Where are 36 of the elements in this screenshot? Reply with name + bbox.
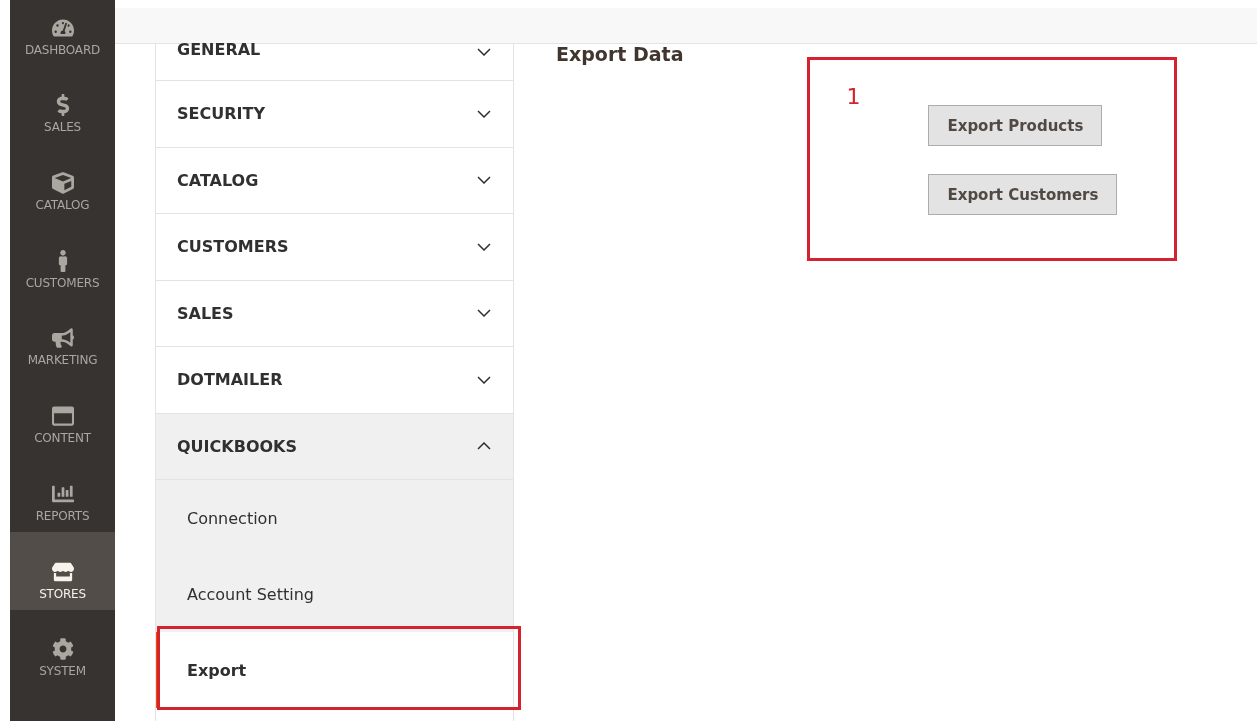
- sidebar-item[interactable]: SYSTEM: [10, 609, 115, 688]
- config-section[interactable]: GENERAL: [156, 44, 513, 81]
- sidebar-item[interactable]: CUSTOMERS: [10, 221, 115, 299]
- sidebar-item[interactable]: SALES: [10, 65, 115, 144]
- sidebar-item[interactable]: MARKETING: [10, 298, 115, 377]
- chevron-down-icon: [477, 176, 491, 185]
- section-title: QUICKBOOKS: [177, 436, 297, 456]
- section-title: DOTMAILER: [177, 370, 283, 390]
- layout-icon: [51, 405, 74, 428]
- section-title: CUSTOMERS: [177, 237, 289, 257]
- store-icon: [51, 560, 74, 583]
- box-icon: [51, 172, 74, 195]
- chevron-down-icon: [477, 109, 491, 118]
- callout-number: 1: [846, 84, 862, 109]
- chevron-down-icon: [477, 48, 491, 56]
- subitem-link[interactable]: Connection: [187, 508, 278, 528]
- section-title: CATALOG: [177, 170, 259, 190]
- sidebar-item[interactable]: REPORTS: [10, 454, 115, 532]
- config-section[interactable]: QUICKBOOKS: [156, 413, 513, 480]
- gear-icon: [51, 638, 74, 661]
- chevron-up-icon: [477, 442, 491, 451]
- subitem-link[interactable]: Account Setting: [187, 584, 314, 604]
- chevron-down-icon: [477, 375, 491, 384]
- chevron-down-icon: [477, 309, 491, 318]
- megaphone-icon: [51, 327, 74, 350]
- sidebar-item[interactable]: CONTENT: [10, 376, 115, 455]
- section-title: SECURITY: [177, 104, 265, 124]
- sidebar-item[interactable]: STORES: [10, 531, 115, 610]
- subitem-link[interactable]: Export: [187, 660, 247, 680]
- section-title: SALES: [177, 303, 234, 323]
- export-button[interactable]: Export Products: [928, 105, 1103, 146]
- sidebar-item[interactable]: DASHBOARD: [10, 0, 115, 66]
- sidebar-item[interactable]: CATALOG: [10, 143, 115, 222]
- chevron-down-icon: [477, 242, 491, 251]
- export-button[interactable]: Export Customers: [928, 174, 1118, 215]
- section-heading: Export Data: [556, 43, 684, 65]
